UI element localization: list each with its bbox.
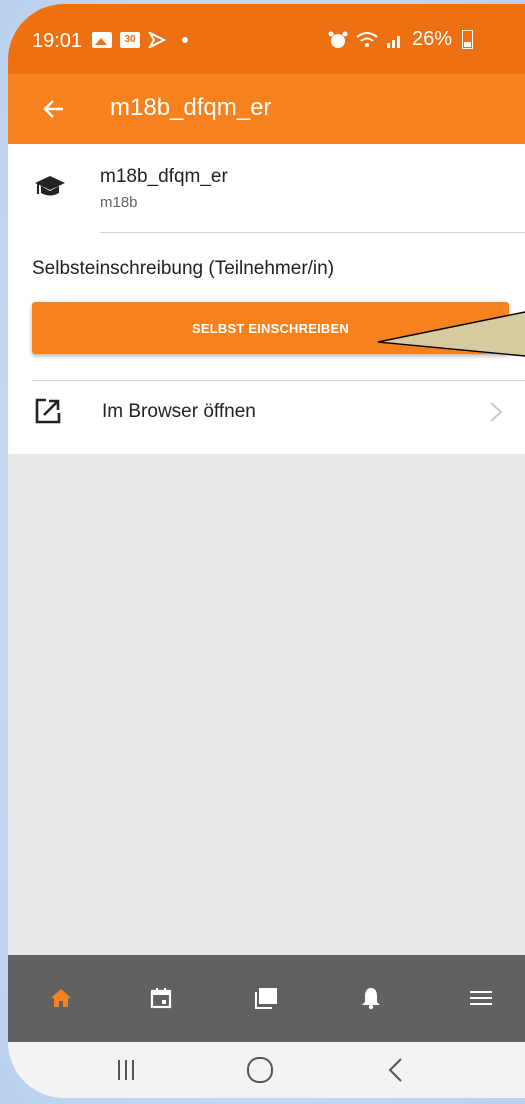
back-button[interactable] xyxy=(36,91,72,127)
enrolment-method-label: Selbsteinschreibung (Teilnehmer/in) xyxy=(32,258,335,279)
course-summary: m18b_dfqm_er m18b Selbsteinschreibung (T… xyxy=(8,144,525,454)
system-navigation-bar xyxy=(8,1042,525,1098)
messages-icon xyxy=(255,988,277,1009)
course-shortname: m18b xyxy=(100,194,138,211)
open-in-browser-row[interactable]: Im Browser öffnen xyxy=(8,381,525,454)
annotation-callout xyxy=(378,311,525,357)
wifi-icon xyxy=(356,31,378,47)
home-system-button[interactable] xyxy=(242,1052,278,1088)
menu-icon xyxy=(470,991,492,1005)
divider xyxy=(100,232,525,233)
nav-messages[interactable] xyxy=(251,983,281,1013)
home-circle-icon xyxy=(247,1057,273,1083)
course-header: m18b_dfqm_er m18b xyxy=(8,144,525,232)
bottom-navigation xyxy=(8,955,525,1042)
notifications-icon xyxy=(362,988,380,1010)
alarm-icon xyxy=(328,31,348,48)
back-chevron-icon xyxy=(388,1058,402,1082)
back-system-button[interactable] xyxy=(378,1052,414,1088)
flag-icon xyxy=(148,32,166,48)
open-external-icon xyxy=(35,398,61,424)
battery-percentage: 26% xyxy=(412,28,453,50)
nav-notifications[interactable] xyxy=(356,983,386,1013)
calendar-notification-icon: 30 xyxy=(120,32,140,48)
course-title: m18b_dfqm_er xyxy=(100,166,228,187)
chevron-right-icon xyxy=(490,402,503,422)
calendar-icon xyxy=(150,988,172,1009)
page-title: m18b_dfqm_er xyxy=(110,94,272,121)
signal-icon xyxy=(387,35,400,48)
graduation-cap-icon xyxy=(35,176,65,196)
battery-icon xyxy=(462,30,474,49)
nav-home[interactable] xyxy=(46,983,76,1013)
app-bar: m18b_dfqm_er xyxy=(8,74,525,144)
arrow-back-icon xyxy=(43,100,63,118)
home-icon xyxy=(51,989,71,1007)
phone-screen: 19:01 30 26% m18b_dfqm_er m18b_dfqm_er m… xyxy=(8,4,525,1098)
status-time: 19:01 xyxy=(32,30,83,52)
status-bar: 19:01 30 26% xyxy=(8,4,525,74)
status-notification-icons: 30 xyxy=(92,32,188,48)
open-in-browser-label: Im Browser öffnen xyxy=(102,401,256,422)
recent-apps-button[interactable] xyxy=(108,1052,144,1088)
nav-calendar[interactable] xyxy=(146,983,176,1013)
status-system-icons: 26% xyxy=(328,28,474,51)
nav-menu[interactable] xyxy=(466,983,496,1013)
gallery-icon xyxy=(92,32,112,48)
more-notifications-dot xyxy=(182,37,188,43)
recent-apps-icon xyxy=(118,1060,134,1080)
